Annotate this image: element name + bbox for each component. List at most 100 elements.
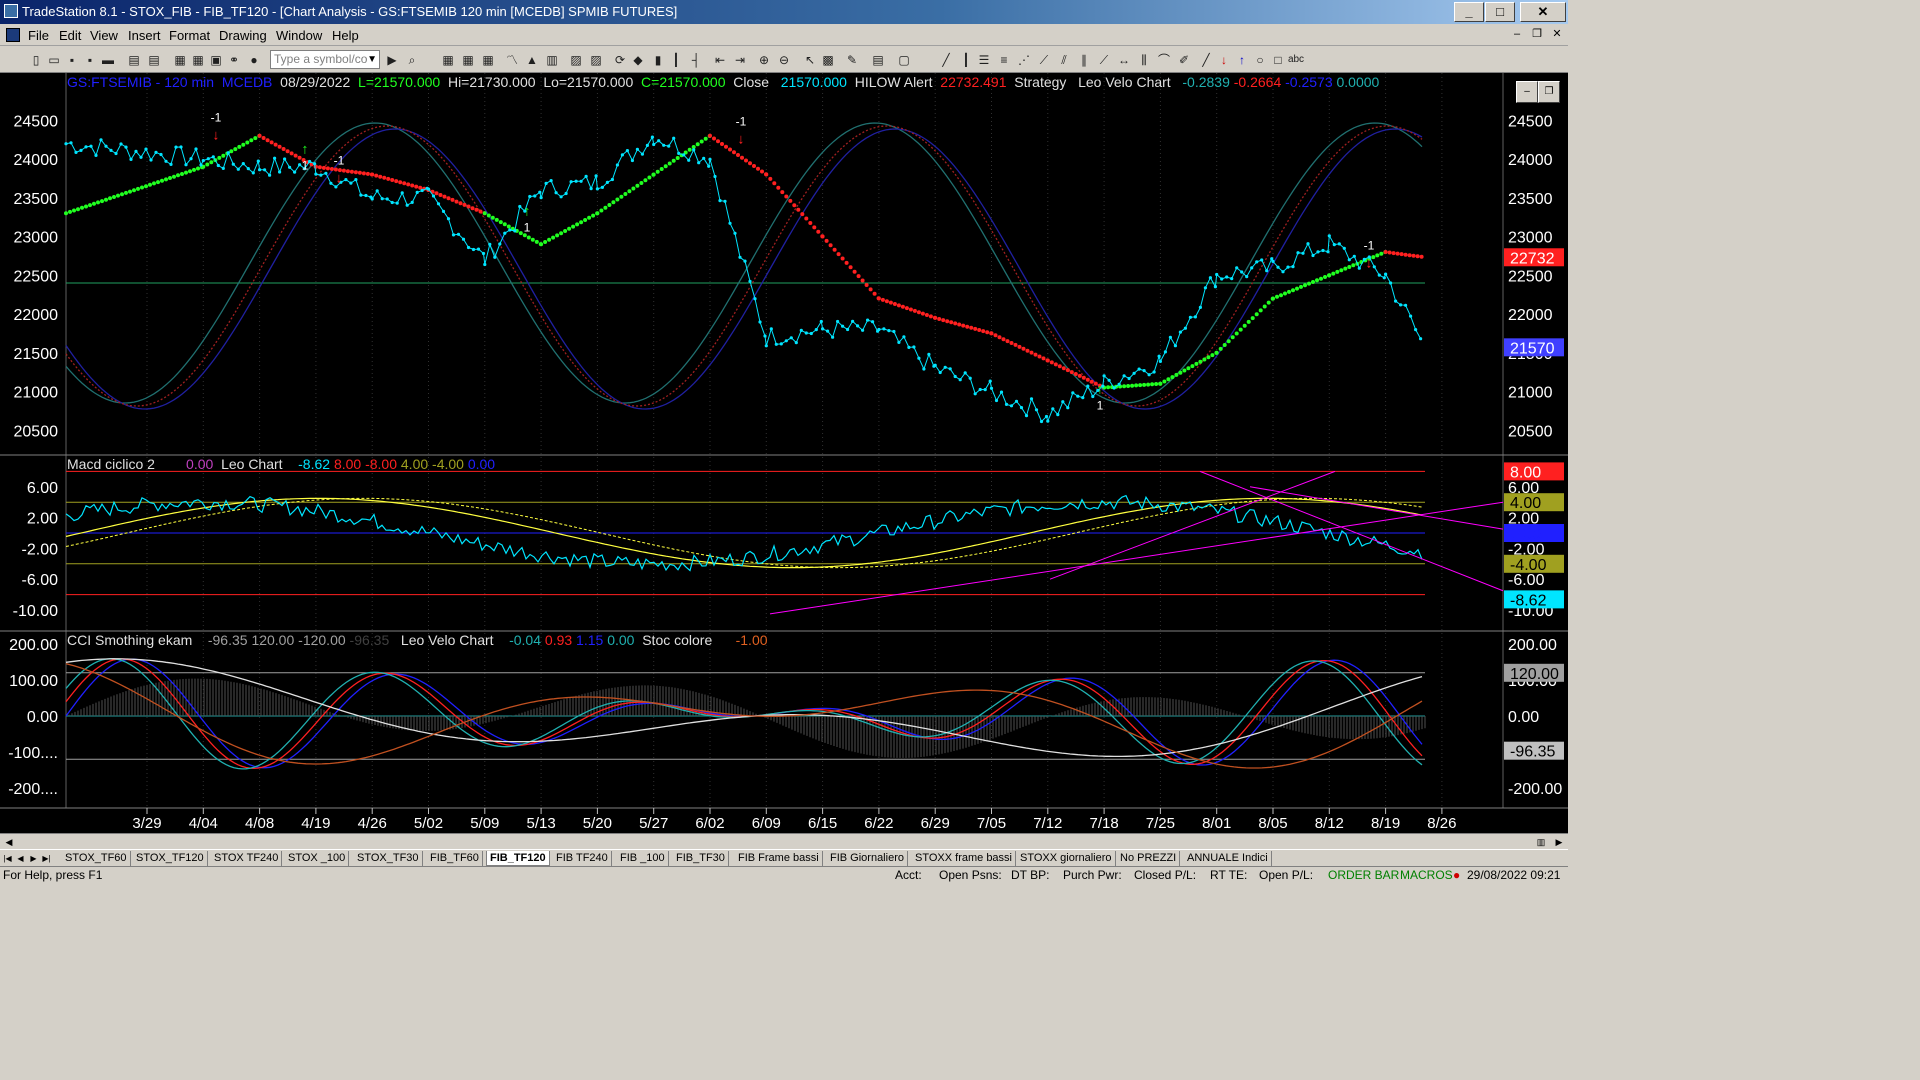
tab-stox-100[interactable]: STOX _100 [285, 851, 350, 866]
chart-restore-button[interactable]: ❐ [1538, 81, 1560, 103]
chart-canvas[interactable]: -1 ↓ 1 ↑ -1 ↓ 1 ↑ -1 ↓ 1 ↑ -1 ↓ 3/29 4/04 4/08 4/19 4/26 5… [0, 73, 1568, 833]
channel-icon[interactable]: ∥ [1076, 52, 1092, 68]
open-icon[interactable]: ▭ [46, 52, 62, 68]
menu-file[interactable]: File [28, 28, 49, 43]
chart-line-icon[interactable]: 〽 [504, 52, 520, 68]
swatch-icon[interactable]: ◆ [630, 52, 646, 68]
tab-stoxx-frame-bassi[interactable]: STOXX frame bassi [912, 851, 1016, 866]
cycle-icon[interactable]: ⫼ [1136, 52, 1152, 68]
tab-next-icon[interactable]: ▶ [28, 852, 39, 865]
tab-fib-tf30[interactable]: FIB_TF30 [673, 851, 729, 866]
scroll-right-arrow-icon[interactable]: ▶ [1552, 835, 1566, 849]
menu-window[interactable]: Window [276, 28, 322, 43]
up-arrow-icon[interactable]: ↑ [1234, 52, 1250, 68]
tab-last-icon[interactable]: ▶| [41, 852, 52, 865]
print-preview-icon[interactable]: ▤ [146, 52, 162, 68]
pointer-icon[interactable]: ↖ [802, 52, 818, 68]
tab-fib-100[interactable]: FIB _100 [617, 851, 669, 866]
tab-stoxx-giornaliero[interactable]: STOXX giornaliero [1017, 851, 1116, 866]
chart-area-icon[interactable]: ▲ [524, 52, 540, 68]
menu-drawing[interactable]: Drawing [219, 28, 267, 43]
arc-icon[interactable]: ⌒ [1156, 52, 1172, 68]
scroll-left-icon[interactable]: ⇤ [712, 52, 728, 68]
mdi-minimize-button[interactable]: – [1508, 27, 1526, 43]
scroll-left-arrow-icon[interactable]: ◀ [2, 835, 16, 849]
window-icon[interactable]: ▦ [172, 52, 188, 68]
zoom-in-icon[interactable]: ⊕ [756, 52, 772, 68]
scroll-thumb-icon[interactable]: ▥ [1534, 835, 1548, 849]
data-window-icon[interactable]: ▩ [820, 52, 836, 68]
lock-icon[interactable]: ▣ [208, 52, 224, 68]
mdi-restore-button[interactable]: ❐ [1528, 27, 1546, 43]
tab-fib-tf120[interactable]: FIB_TF120 [486, 851, 550, 866]
pencil-icon[interactable]: ✐ [1176, 52, 1192, 68]
folder-icon[interactable]: ▬ [100, 52, 116, 68]
andrews-icon[interactable]: ⫽ [1056, 52, 1072, 68]
vertical-line-icon[interactable]: ┃ [958, 52, 974, 68]
gann-icon[interactable]: ⋰ [1016, 52, 1032, 68]
menu-insert[interactable]: Insert [128, 28, 161, 43]
menu-edit[interactable]: Edit [59, 28, 81, 43]
regression-icon[interactable]: ⟋ [1096, 52, 1112, 68]
tools-icon[interactable]: ✎ [844, 52, 860, 68]
save-icon[interactable]: ▪ [64, 52, 80, 68]
maximize-button[interactable]: □ [1485, 2, 1515, 22]
chevron-down-icon[interactable]: ▼ [367, 51, 377, 68]
tab-prev-icon[interactable]: ◀ [15, 852, 26, 865]
alert-icon[interactable]: ▤ [870, 52, 886, 68]
find-icon[interactable]: ⌕ [404, 52, 420, 68]
menu-help[interactable]: Help [332, 28, 359, 43]
tab-fib-giornaliero[interactable]: FIB Giornaliero [827, 851, 908, 866]
arrow-icon[interactable]: ↔ [1116, 52, 1132, 68]
tab-fib-tf60[interactable]: FIB_TF60 [427, 851, 483, 866]
line-icon[interactable]: ╱ [1198, 52, 1214, 68]
menu-view[interactable]: View [90, 28, 118, 43]
tab-stox-tf30[interactable]: STOX_TF30 [354, 851, 423, 866]
status-order-bar[interactable]: ORDER BAR [1328, 868, 1399, 882]
tab-stox-tf60[interactable]: STOX_TF60 [62, 851, 131, 866]
news-icon[interactable]: ▢ [896, 52, 912, 68]
chart-minimize-button[interactable]: – [1516, 81, 1538, 103]
tab-first-icon[interactable]: |◀ [2, 852, 13, 865]
refresh-icon[interactable]: ⟳ [612, 52, 628, 68]
link-icon[interactable]: ⚭ [226, 52, 242, 68]
new-icon[interactable]: ▯ [28, 52, 44, 68]
chart-window[interactable]: -1 ↓ 1 ↑ -1 ↓ 1 ↑ -1 ↓ 1 ↑ -1 ↓ 3/29 4/04 4/08 4/19 4/26 5… [0, 73, 1568, 833]
scroll-right-icon[interactable]: ⇥ [732, 52, 748, 68]
ellipse-icon[interactable]: ○ [1252, 52, 1268, 68]
save-all-icon[interactable]: ▪ [82, 52, 98, 68]
minimize-button[interactable]: _ [1454, 2, 1484, 22]
zoom-out-icon[interactable]: ⊖ [776, 52, 792, 68]
tab-fib-tf240[interactable]: FIB TF240 [553, 851, 612, 866]
down-arrow-icon[interactable]: ↓ [1216, 52, 1232, 68]
status-macros[interactable]: MACROS [1400, 868, 1453, 882]
ohlc-icon[interactable]: ┤ [688, 52, 704, 68]
go-arrow-icon[interactable]: ▶ [384, 52, 400, 68]
print-icon[interactable]: ▤ [126, 52, 142, 68]
window-2-icon[interactable]: ▦ [190, 52, 206, 68]
horizontal-scrollbar[interactable]: ◀ ▥ ▶ [0, 833, 1568, 849]
menu-format[interactable]: Format [169, 28, 210, 43]
tab-stox-tf120[interactable]: STOX_TF120 [133, 851, 208, 866]
radar-icon[interactable]: ▦ [480, 52, 496, 68]
speed-line-icon[interactable]: ⟋ [1036, 52, 1052, 68]
candle-icon[interactable]: ┃ [668, 52, 684, 68]
trendline-icon[interactable]: ╱ [938, 52, 954, 68]
tab-stox-tf240[interactable]: STOX TF240 [211, 851, 283, 866]
chart-bar-icon[interactable]: ▥ [544, 52, 560, 68]
symbol-input[interactable]: Type a symbol/co ▼ [270, 50, 380, 69]
close-button[interactable]: ✕ [1520, 2, 1566, 22]
chart-window-icon[interactable]: ▦ [440, 52, 456, 68]
rectangle-icon[interactable]: □ [1270, 52, 1286, 68]
horizontal-line-icon[interactable]: ☰ [976, 52, 992, 68]
grid-window-icon[interactable]: ▦ [460, 52, 476, 68]
globe-icon[interactable]: ● [246, 52, 262, 68]
bar-type-icon[interactable]: ▮ [650, 52, 666, 68]
tab-fib-frame-bassi[interactable]: FIB Frame bassi [735, 851, 823, 866]
tab-annuale-indici[interactable]: ANNUALE Indici [1184, 851, 1272, 866]
fib-icon[interactable]: ≡ [996, 52, 1012, 68]
tab-no-prezzi[interactable]: No PREZZI [1117, 851, 1181, 866]
mdi-close-button[interactable]: ✕ [1548, 27, 1566, 43]
indicator-icon[interactable]: ▨ [568, 52, 584, 68]
text-icon[interactable]: abc [1286, 52, 1306, 68]
